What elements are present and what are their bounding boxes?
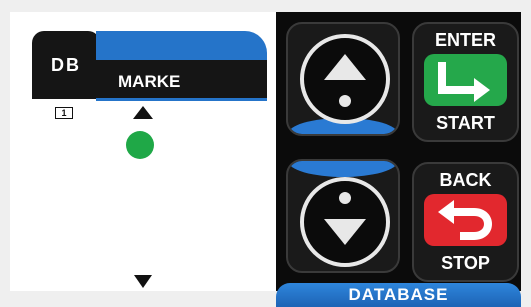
scroll-down-icon [134, 275, 152, 288]
keypad: ENTER START BACK STOP [276, 12, 521, 291]
dot-icon [339, 192, 351, 204]
db-tab-label: DB [51, 55, 81, 75]
screen-title: MARKE [118, 72, 181, 91]
down-button-ring [300, 177, 390, 267]
enter-arrow-icon [424, 54, 507, 106]
dot-icon [339, 95, 351, 107]
scroll-up-icon [133, 106, 153, 119]
button-highlight [288, 161, 398, 177]
status-dot-icon [126, 131, 154, 159]
device-frame: DB MARKE 1 ENTER START BACK STOP DATABAS… [0, 0, 531, 307]
enter-label: ENTER [434, 30, 496, 50]
stop-label: STOP [441, 253, 490, 273]
start-label: START [436, 113, 495, 133]
footer-label: DATABASE [348, 285, 449, 304]
back-stop-button[interactable]: BACK STOP [412, 162, 519, 282]
down-button[interactable] [286, 159, 400, 273]
down-arrow-icon [324, 219, 366, 245]
back-label: BACK [439, 170, 492, 190]
lcd-screen: DB MARKE 1 [10, 12, 276, 291]
header-divider [96, 98, 267, 101]
back-arrow-icon [424, 194, 507, 246]
db-tab: DB [32, 31, 100, 99]
header-title-bar: MARKE [96, 60, 267, 98]
up-button-ring [300, 34, 390, 124]
up-arrow-icon [324, 54, 366, 80]
page-number-box: 1 [55, 107, 73, 119]
enter-start-button[interactable]: ENTER START [412, 22, 519, 142]
footer-bar: DATABASE [276, 283, 521, 307]
up-button[interactable] [286, 22, 400, 136]
